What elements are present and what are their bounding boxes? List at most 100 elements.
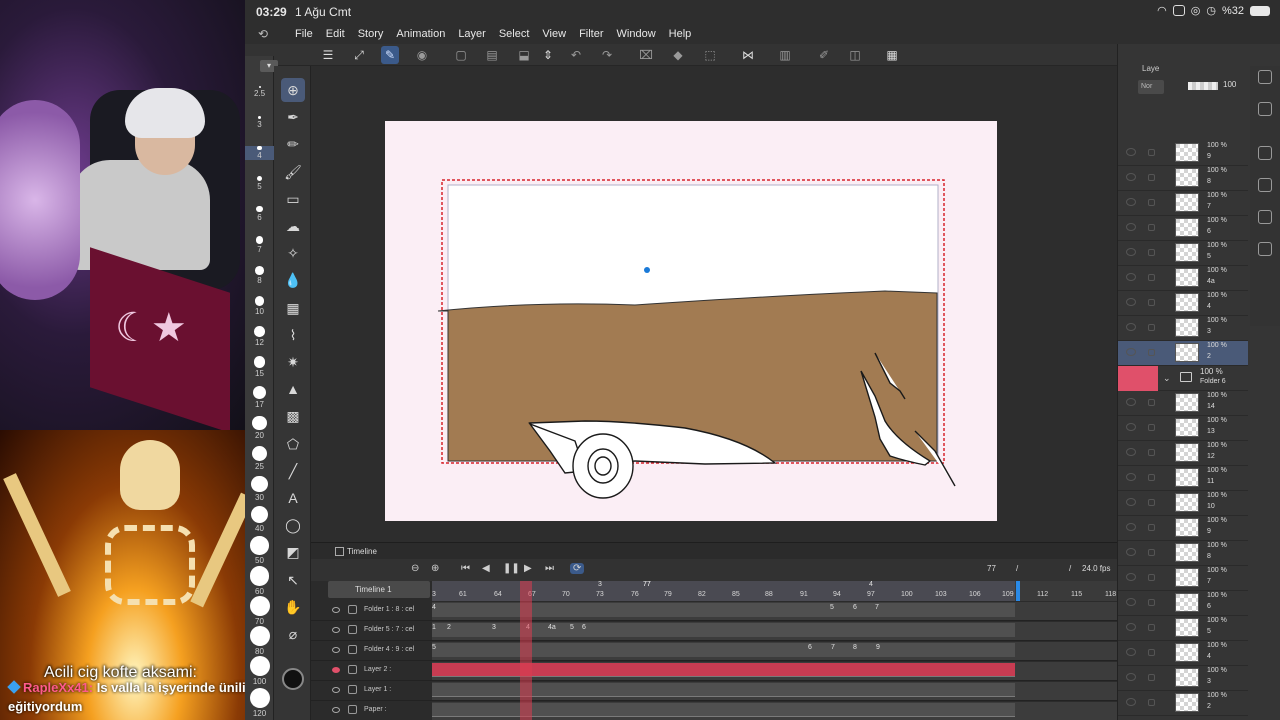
navigator-icon[interactable] xyxy=(1258,102,1272,116)
layer-action-icon[interactable]: ◉ xyxy=(413,46,431,64)
menu-select[interactable]: Select xyxy=(499,28,530,40)
balloon-icon[interactable]: ◯ xyxy=(281,513,305,537)
brush-size-option[interactable]: 17 xyxy=(245,386,274,409)
eye-icon[interactable] xyxy=(1126,523,1136,531)
track-cells[interactable]: 5 6 7 8 9 xyxy=(432,642,1117,660)
fill-icon[interactable]: ▲ xyxy=(281,377,305,401)
lock-icon[interactable] xyxy=(1148,274,1155,281)
end-frame-marker[interactable] xyxy=(1016,581,1020,601)
track-cells[interactable] xyxy=(432,662,1117,680)
timeline-track[interactable]: Folder 5 : 7 : cel12344a56 xyxy=(311,621,1117,641)
layer-row[interactable]: 100 % 4 xyxy=(1118,641,1248,666)
pen-mode-icon[interactable]: ✎ xyxy=(381,46,399,64)
track-cells[interactable]: 12344a56 xyxy=(432,622,1117,640)
eye-icon[interactable] xyxy=(1126,323,1136,331)
material-icon[interactable] xyxy=(1258,178,1272,192)
brush-size-option[interactable]: 40 xyxy=(245,506,274,533)
onion-skin-icon[interactable]: ◫ xyxy=(846,46,864,64)
layer-row[interactable]: 100 % 3 xyxy=(1118,316,1248,341)
prev-frame-icon[interactable]: ◀ xyxy=(482,563,490,574)
layer-folder-row[interactable]: ⌄ 100 % Folder 6 xyxy=(1118,366,1248,391)
layer-row[interactable]: 100 % 8 xyxy=(1118,166,1248,191)
timeline-track[interactable]: Paper : xyxy=(311,701,1117,720)
light-table-icon[interactable]: ▥ xyxy=(776,46,794,64)
grid-icon[interactable]: ▦ xyxy=(281,296,305,320)
track-cells[interactable] xyxy=(432,702,1117,720)
eraser-icon[interactable]: ▭ xyxy=(281,187,305,211)
brush-size-option[interactable]: 100 xyxy=(245,656,274,686)
layer-row[interactable]: 100 % 4a xyxy=(1118,266,1248,291)
brush-size-option[interactable]: 10 xyxy=(245,296,274,316)
clear-icon[interactable]: ⌧ xyxy=(637,46,655,64)
eye-icon[interactable] xyxy=(332,627,340,633)
brush-size-option[interactable]: 120 xyxy=(245,688,274,718)
eye-icon[interactable] xyxy=(1126,473,1136,481)
timeline-track[interactable]: Folder 4 : 9 : cel 5 6 7 8 9 xyxy=(311,641,1117,661)
layer-row[interactable]: 100 % 3 xyxy=(1118,666,1248,691)
menu-window[interactable]: Window xyxy=(617,28,656,40)
eye-icon[interactable] xyxy=(1126,623,1136,631)
timeline-track[interactable]: Layer 2 : xyxy=(311,661,1117,681)
open-file-icon[interactable]: ▤ xyxy=(483,46,501,64)
lock-icon[interactable] xyxy=(1148,399,1155,406)
brush-size-option[interactable]: 5 xyxy=(245,176,274,191)
magic-wand-icon[interactable]: ✷ xyxy=(281,350,305,374)
layer-row[interactable]: 100 % 2 xyxy=(1118,691,1248,716)
layers-tab[interactable]: Laye xyxy=(1142,64,1174,78)
eye-icon[interactable] xyxy=(1126,198,1136,206)
lock-icon[interactable] xyxy=(1148,324,1155,331)
eye-icon[interactable] xyxy=(332,647,340,653)
timeline-track[interactable]: Layer 1 : xyxy=(311,681,1117,701)
lasso-icon[interactable]: ⌇ xyxy=(281,323,305,347)
airbrush-icon[interactable]: ☁ xyxy=(281,214,305,238)
save-icon[interactable]: ⬓ xyxy=(515,46,533,64)
layer-row[interactable]: 100 % 14 xyxy=(1118,391,1248,416)
lock-icon[interactable] xyxy=(1148,174,1155,181)
eye-icon[interactable] xyxy=(332,707,340,713)
zoom-in-icon[interactable]: ⊕ xyxy=(431,563,439,574)
figure-icon[interactable]: ⬠ xyxy=(281,432,305,456)
opacity-value[interactable]: 100 xyxy=(1223,80,1236,89)
menu-layer[interactable]: Layer xyxy=(458,28,486,40)
layer-row[interactable]: 100 % 6 xyxy=(1118,216,1248,241)
blend-mode-select[interactable]: Nor xyxy=(1138,80,1164,94)
menu-filter[interactable]: Filter xyxy=(579,28,603,40)
pen-icon[interactable]: ✒ xyxy=(281,105,305,129)
eye-icon[interactable] xyxy=(1126,223,1136,231)
eye-icon[interactable] xyxy=(1126,273,1136,281)
line-icon[interactable]: ╱ xyxy=(281,459,305,483)
brush-size-option[interactable]: 25 xyxy=(245,446,274,471)
lock-icon[interactable] xyxy=(1148,474,1155,481)
lock-icon[interactable] xyxy=(1148,524,1155,531)
history-icon[interactable] xyxy=(1258,242,1272,256)
lock-icon[interactable] xyxy=(1148,199,1155,206)
lock-icon[interactable] xyxy=(1148,349,1155,356)
sub-view-icon[interactable] xyxy=(1258,210,1272,224)
layer-row[interactable]: 100 % 8 xyxy=(1118,541,1248,566)
move-icon[interactable]: ⊕ xyxy=(281,78,305,102)
menu-edit[interactable]: Edit xyxy=(326,28,345,40)
lock-icon[interactable] xyxy=(1148,224,1155,231)
timeline-name-select[interactable]: Timeline 1 xyxy=(328,581,430,598)
edit-icon[interactable]: ✐ xyxy=(815,46,833,64)
layer-row[interactable]: 100 % 7 xyxy=(1118,191,1248,216)
lock-icon[interactable] xyxy=(1148,249,1155,256)
tool-property-icon[interactable] xyxy=(1258,146,1272,160)
brush-size-option[interactable]: 60 xyxy=(245,566,274,596)
brush-size-option[interactable]: 70 xyxy=(245,596,274,626)
menu-animation[interactable]: Animation xyxy=(396,28,445,40)
fps-field[interactable]: 24.0 fps xyxy=(1082,564,1110,573)
eye-icon[interactable] xyxy=(1126,498,1136,506)
brush-size-option[interactable]: 4 xyxy=(245,146,274,161)
zoom-out-icon[interactable]: ⊖ xyxy=(411,563,419,574)
main-color-swatch[interactable] xyxy=(282,668,304,690)
brush-size-option[interactable]: 20 xyxy=(245,416,274,440)
eye-icon[interactable] xyxy=(332,687,340,693)
hamburger-menu-icon[interactable]: ☰ xyxy=(319,46,337,64)
layer-row[interactable]: 100 % 5 xyxy=(1118,241,1248,266)
brush-size-option[interactable]: 30 xyxy=(245,476,274,502)
eye-icon[interactable] xyxy=(1126,298,1136,306)
app-logo-icon[interactable]: ⟲ xyxy=(258,27,282,41)
decoration-icon[interactable]: ✧ xyxy=(281,241,305,265)
layer-row[interactable]: 100 % 7 xyxy=(1118,566,1248,591)
